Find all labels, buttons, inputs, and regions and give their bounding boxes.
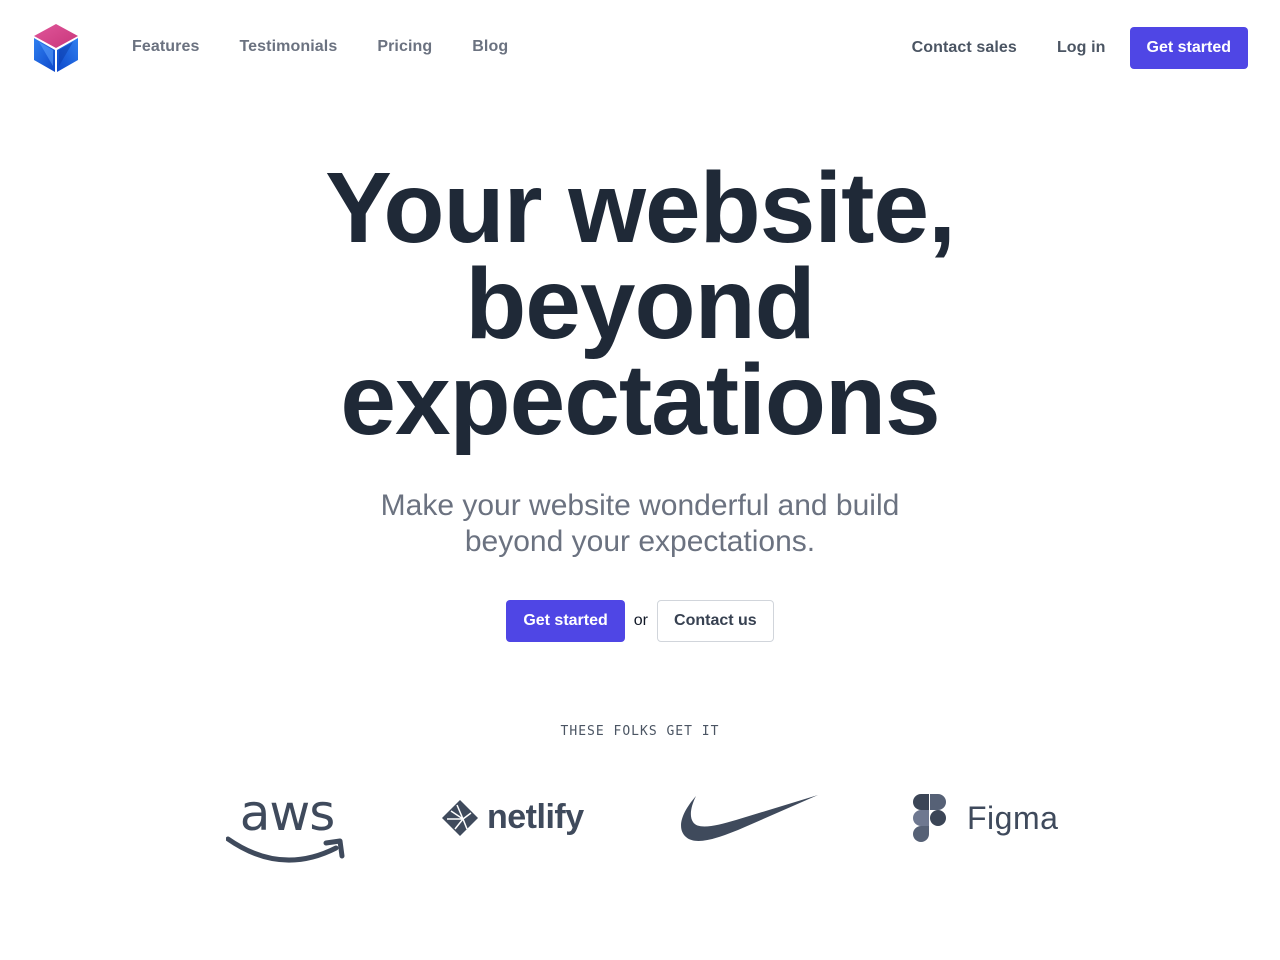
hero-title: Your website, beyond expectations [0,152,1280,456]
netlify-wordmark: netlify [487,798,584,836]
hero-title-line: beyond [465,248,816,360]
nav-actions: Contact sales Log in Get started [912,27,1248,69]
hero-subtitle-line: Make your website wonderful and build [380,489,900,522]
cta-or-text: or [633,612,649,629]
nav-link-pricing[interactable]: Pricing [377,38,432,56]
hero-section: Your website, beyond expectations Make y… [0,152,1280,560]
hero-cta-row: Get started or Contact us [0,600,1280,642]
netlify-diamond-icon [442,799,478,836]
contact-us-button[interactable]: Contact us [657,600,774,642]
primary-nav: Features Testimonials Pricing Blog [132,38,508,56]
nike-swoosh-icon [681,795,818,841]
figma-wordmark: Figma [967,799,1059,836]
contact-sales-link[interactable]: Contact sales [912,39,1017,57]
social-proof-heading: THESE FOLKS GET IT [560,724,720,739]
cube-logo-icon[interactable] [34,24,78,72]
figma-icon [913,794,946,842]
nike-logo [678,792,820,844]
aws-wordmark: aws [240,786,335,842]
aws-logo-icon: aws [226,786,345,863]
customer-logos: aws netlify Figma [0,780,1280,870]
aws-logo: aws [226,786,348,866]
hero-subtitle-line: beyond your expectations. [464,525,816,558]
hero-get-started-button[interactable]: Get started [506,600,625,642]
figma-logo: Figma [913,794,1058,842]
hero-title-line: Your website, [325,152,956,264]
hero-title-line: expectations [340,344,940,456]
top-navigation: Features Testimonials Pricing Blog Conta… [0,0,1280,96]
nav-link-blog[interactable]: Blog [472,38,508,56]
login-link[interactable]: Log in [1057,39,1106,57]
nav-get-started-button[interactable]: Get started [1129,27,1248,69]
nav-link-testimonials[interactable]: Testimonials [240,38,338,56]
nav-link-features[interactable]: Features [132,38,200,56]
netlify-logo: netlify [441,798,584,837]
hero-subtitle: Make your website wonderful and build be… [0,488,1280,560]
